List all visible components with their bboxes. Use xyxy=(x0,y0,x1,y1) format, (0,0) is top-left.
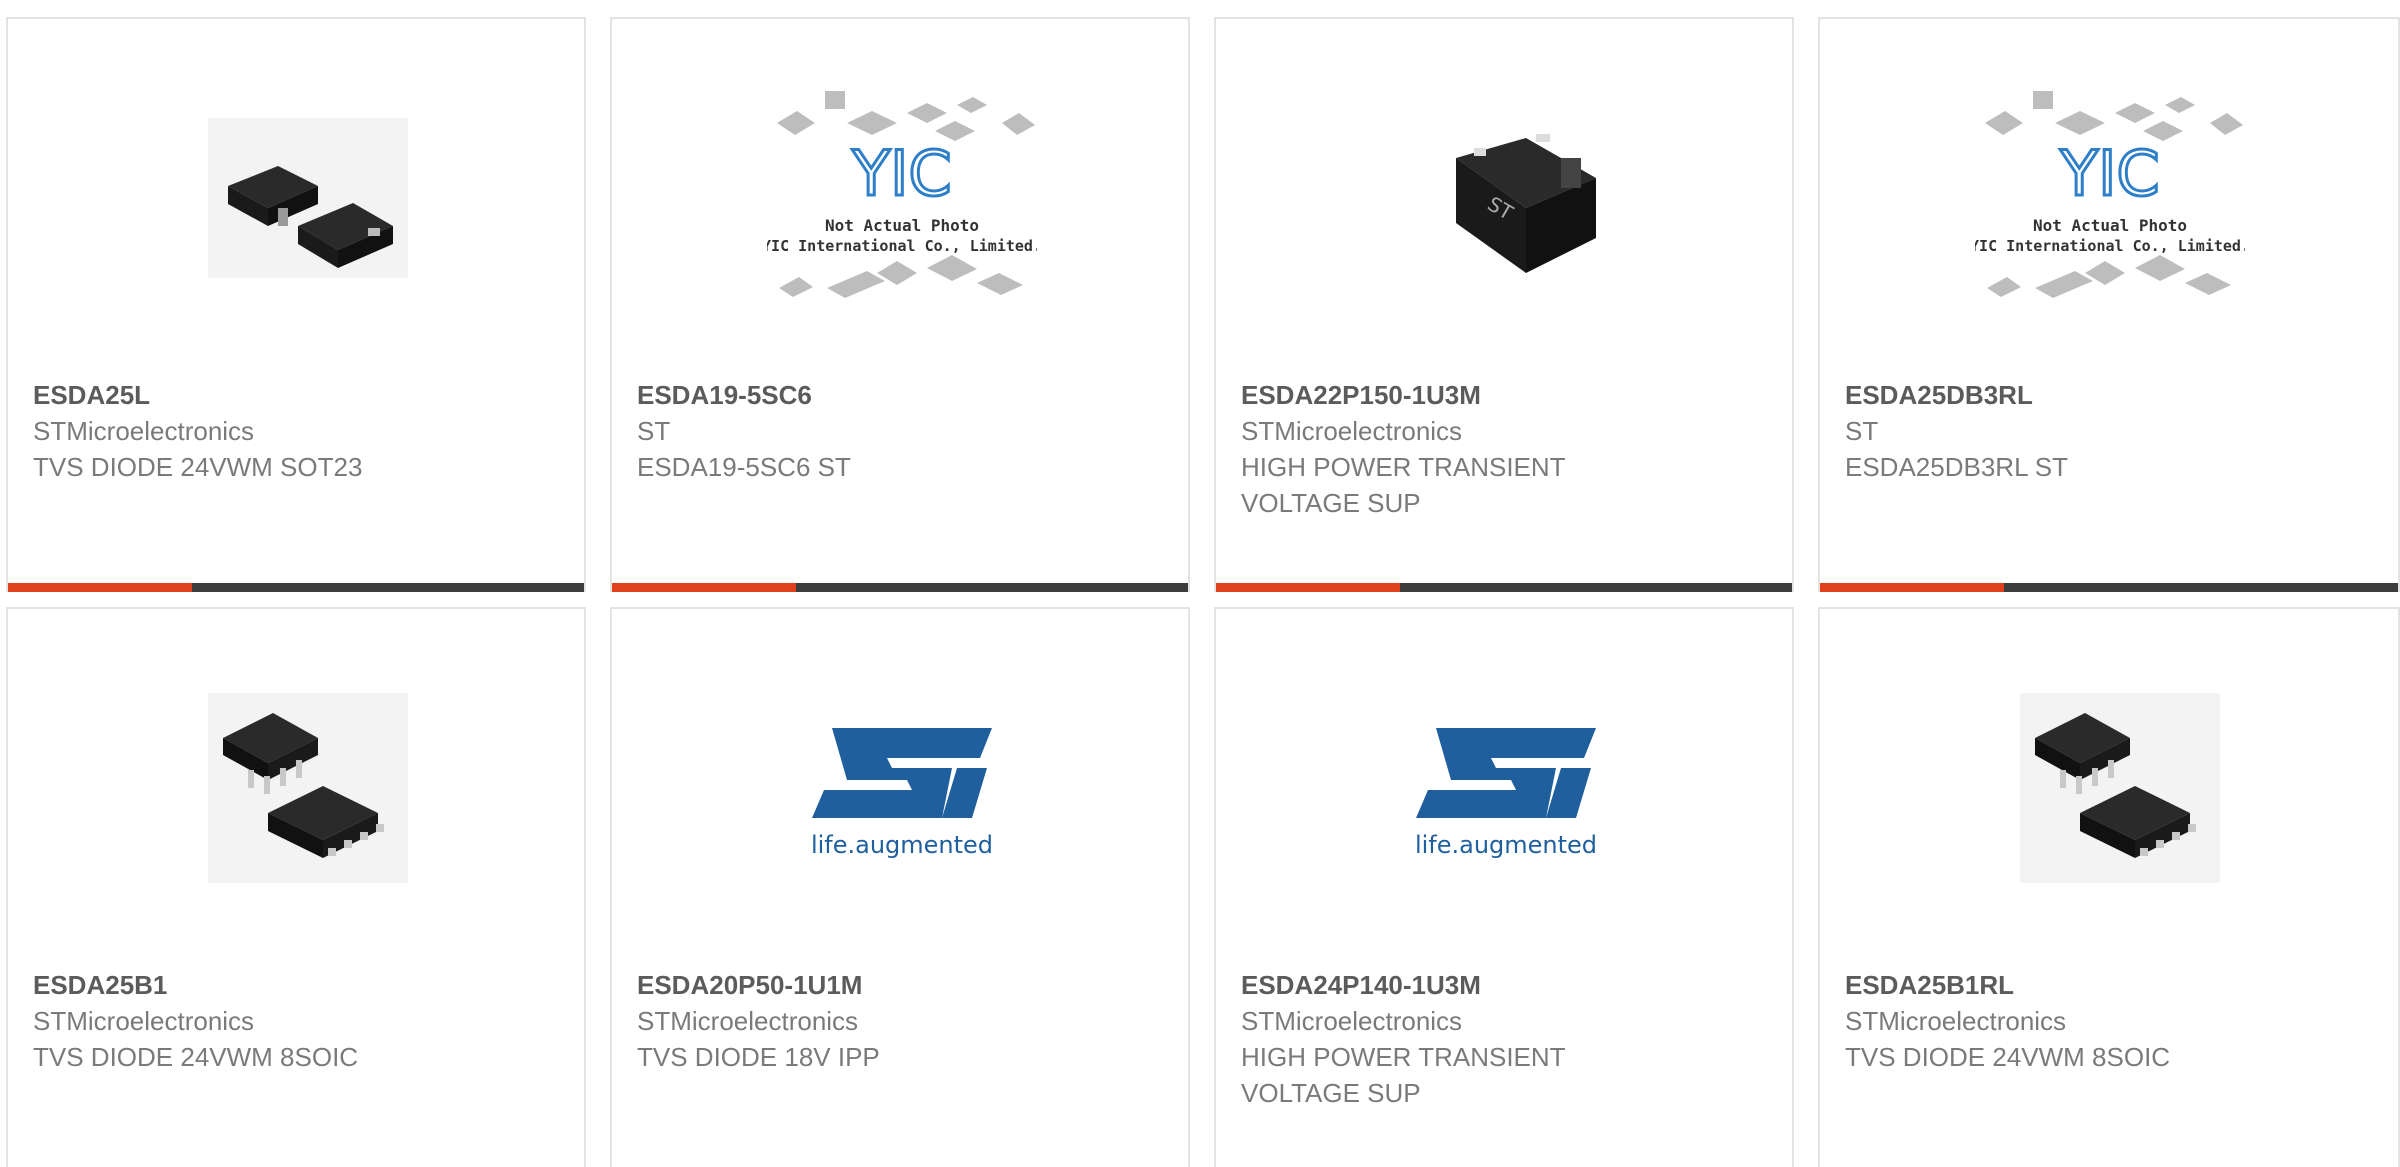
manufacturer: ST xyxy=(1845,416,1879,446)
card-accent-bar xyxy=(8,583,192,592)
manufacturer: STMicroelectronics xyxy=(1241,1006,1463,1036)
part-number[interactable]: ESDA19-5SC6 xyxy=(637,377,1168,413)
description: ESDA25DB3RL ST xyxy=(1845,452,2069,482)
product-card[interactable]: life.augmented ESDA24P140-1U3M STMicroel… xyxy=(1214,607,1794,1167)
soic8-package-icon xyxy=(1975,673,2245,903)
part-number[interactable]: ESDA22P150-1U3M xyxy=(1241,377,1772,413)
manufacturer: STMicroelectronics xyxy=(33,1006,255,1036)
manufacturer: STMicroelectronics xyxy=(33,416,255,446)
description: HIGH POWER TRANSIENT VOLTAGE SUP xyxy=(1241,452,1566,518)
part-number[interactable]: ESDA24P140-1U3M xyxy=(1241,967,1772,1003)
card-footer-bar xyxy=(612,583,1188,592)
part-number[interactable]: ESDA25DB3RL xyxy=(1845,377,2378,413)
placeholder-company: YIC International Co., Limited. xyxy=(1975,237,2245,255)
description: HIGH POWER TRANSIENT VOLTAGE SUP xyxy=(1241,1042,1566,1108)
placeholder-caption: Not Actual Photo xyxy=(825,216,979,235)
description: TVS DIODE 24VWM 8SOIC xyxy=(33,1042,359,1072)
card-accent-bar xyxy=(1820,583,2004,592)
card-footer-bar xyxy=(1216,583,1792,592)
product-card[interactable]: ESDA25B1RL STMicroelectronics TVS DIODE … xyxy=(1818,607,2400,1167)
yic-logo-text: YIC xyxy=(2059,137,2159,210)
product-card[interactable]: ESDA25B1 STMicroelectronics TVS DIODE 24… xyxy=(6,607,586,1167)
manufacturer: ST xyxy=(637,416,671,446)
product-card[interactable]: YIC Not Actual Photo YIC International C… xyxy=(610,17,1190,592)
part-number[interactable]: ESDA25L xyxy=(33,377,564,413)
part-number[interactable]: ESDA20P50-1U1M xyxy=(637,967,1168,1003)
st-logo-icon: life.augmented xyxy=(767,673,1037,903)
manufacturer: STMicroelectronics xyxy=(1241,416,1463,446)
qfn-package-icon: ST xyxy=(1371,83,1641,313)
card-footer-bar xyxy=(1820,583,2398,592)
product-card[interactable]: ST ESDA22P150-1U3M STMicroelectronics HI… xyxy=(1214,17,1794,592)
description: TVS DIODE 18V IPP xyxy=(637,1042,880,1072)
soic8-package-icon xyxy=(163,673,433,903)
description: TVS DIODE 24VWM SOT23 xyxy=(33,452,363,482)
placeholder-company: YIC International Co., Limited. xyxy=(767,237,1037,255)
yic-placeholder-icon: YIC Not Actual Photo YIC International C… xyxy=(1975,83,2245,313)
st-logo-tagline: life.augmented xyxy=(1415,831,1597,859)
card-accent-bar xyxy=(612,583,796,592)
description: ESDA19-5SC6 ST xyxy=(637,452,851,482)
product-card[interactable]: life.augmented ESDA20P50-1U1M STMicroele… xyxy=(610,607,1190,1167)
placeholder-caption: Not Actual Photo xyxy=(2033,216,2187,235)
description: TVS DIODE 24VWM 8SOIC xyxy=(1845,1042,2171,1072)
manufacturer: STMicroelectronics xyxy=(637,1006,859,1036)
yic-logo-text: YIC xyxy=(851,137,951,210)
yic-placeholder-icon: YIC Not Actual Photo YIC International C… xyxy=(767,83,1037,313)
part-number[interactable]: ESDA25B1 xyxy=(33,967,564,1003)
product-card[interactable]: ESDA25L STMicroelectronics TVS DIODE 24V… xyxy=(6,17,586,592)
card-accent-bar xyxy=(1216,583,1400,592)
st-logo-tagline: life.augmented xyxy=(811,831,993,859)
sot23-package-icon xyxy=(163,83,433,313)
st-logo-icon: life.augmented xyxy=(1371,673,1641,903)
product-card[interactable]: YIC Not Actual Photo YIC International C… xyxy=(1818,17,2400,592)
card-footer-bar xyxy=(8,583,584,592)
part-number[interactable]: ESDA25B1RL xyxy=(1845,967,2378,1003)
product-grid: ESDA25L STMicroelectronics TVS DIODE 24V… xyxy=(0,0,2400,1167)
manufacturer: STMicroelectronics xyxy=(1845,1006,2067,1036)
